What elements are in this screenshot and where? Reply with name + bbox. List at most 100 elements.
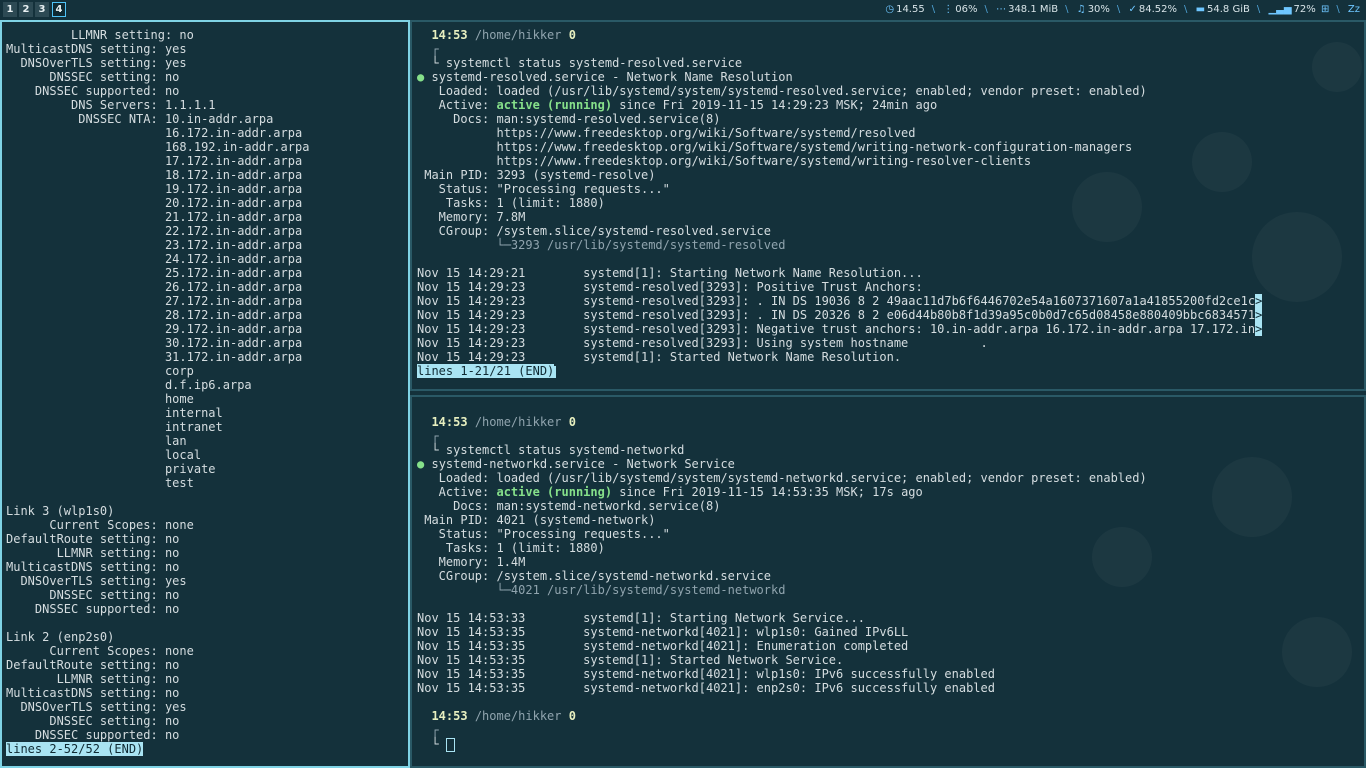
top-right-terminal-pane[interactable]: 14:53 /home/hikker 0 ┌ └ systemctl statu…	[410, 20, 1366, 391]
battery-value: 84.52%	[1138, 4, 1178, 15]
bottom-log-line: Nov 15 14:53:33 systemd[1]: Starting Net…	[417, 611, 865, 625]
left-output-line: 31.172.in-addr.arpa	[6, 350, 303, 364]
volume-icon: ♫	[1076, 4, 1086, 15]
bottom-detail-line: CGroup: /system.slice/systemd-networkd.s…	[417, 569, 772, 583]
bottom-loaded-line: Loaded: loaded (/usr/lib/systemd/system/…	[417, 471, 1147, 485]
left-output-line: Link 3 (wlp1s0)	[6, 504, 115, 518]
clock-value: 14.55	[896, 4, 925, 15]
left-output-line: Current Scopes: none	[6, 644, 194, 658]
running-dot-icon: ●	[417, 70, 425, 84]
text-cursor	[445, 737, 455, 752]
network-tree-icon: ⊞	[1320, 4, 1330, 15]
wifi-value: 72%	[1293, 4, 1316, 15]
top-log-line: Nov 15 14:29:23 systemd-resolved[3293]: …	[417, 280, 923, 294]
top-details: Docs: man:systemd-resolved.service(8) ht…	[417, 112, 1364, 238]
status-area: ◷ 14.55 \ ⋮ 06% \ ⋯ 348.1 MiB \ ♫ 30% \ ✓ 84.52% \…	[885, 4, 1360, 15]
left-pager-status: lines 2-52/52 (END)	[6, 742, 144, 756]
cpu-value: 06%	[955, 4, 978, 15]
running-dot-icon: ●	[417, 457, 425, 471]
left-output-line: corp	[6, 364, 194, 378]
truncation-marker: >	[1255, 322, 1263, 336]
workspace-2-button[interactable]: 2	[19, 2, 33, 17]
left-output-line: MulticastDNS setting: no	[6, 560, 180, 574]
disk-value: 54.8 GiB	[1207, 4, 1250, 15]
left-output-line: DNSOverTLS setting: yes	[6, 574, 187, 588]
top-detail-line: https://www.freedesktop.org/wiki/Softwar…	[417, 140, 1133, 154]
left-output-line: 21.172.in-addr.arpa	[6, 210, 303, 224]
left-output-line: 29.172.in-addr.arpa	[6, 322, 303, 336]
bottom-log-line: Nov 15 14:53:35 systemd[1]: Started Netw…	[417, 653, 844, 667]
command-input[interactable]: └	[417, 737, 1364, 752]
left-output-line: DefaultRoute setting: no	[6, 658, 180, 672]
top-detail-line: Status: "Processing requests..."	[417, 182, 670, 196]
left-output-line: 27.172.in-addr.arpa	[6, 294, 303, 308]
bottom-detail-line: Memory: 1.4M	[417, 555, 526, 569]
bottom-detail-line: Main PID: 4021 (systemd-network)	[417, 513, 656, 527]
left-output-line: DNSSEC supported: no	[6, 84, 180, 98]
left-output-line: internal	[6, 406, 223, 420]
left-output-line: 26.172.in-addr.arpa	[6, 280, 303, 294]
left-output-line: 28.172.in-addr.arpa	[6, 308, 303, 322]
resolvectl-output: LLMNR setting: no MulticastDNS setting: …	[6, 28, 408, 742]
left-output-line: Current Scopes: none	[6, 518, 194, 532]
left-output-line: DNSOverTLS setting: yes	[6, 700, 187, 714]
top-bar: 1 2 3 4 ◷ 14.55 \ ⋮ 06% \ ⋯ 348.1 MiB \ ♫ 30% \ …	[0, 0, 1366, 20]
left-output-line: DNS Servers: 1.1.1.1	[6, 98, 216, 112]
left-output-line: 23.172.in-addr.arpa	[6, 238, 303, 252]
left-output-line: local	[6, 448, 202, 462]
volume-value: 30%	[1087, 4, 1110, 15]
top-detail-line: Memory: 7.8M	[417, 210, 526, 224]
bottom-log-line: Nov 15 14:53:35 systemd-networkd[4021]: …	[417, 681, 995, 695]
left-output-line: 17.172.in-addr.arpa	[6, 154, 303, 168]
memory-icon: ⋯	[996, 4, 1007, 15]
bottom-log-line: Nov 15 14:53:35 systemd-networkd[4021]: …	[417, 639, 909, 653]
left-output-line: LLMNR setting: no	[6, 28, 194, 42]
top-loaded-line: Loaded: loaded (/usr/lib/systemd/system/…	[417, 84, 1147, 98]
left-output-line: LLMNR setting: no	[6, 546, 180, 560]
clock-icon: ◷	[885, 4, 895, 15]
bottom-command: └ systemctl status systemd-networkd	[417, 443, 685, 457]
top-log-line: Nov 15 14:29:21 systemd[1]: Starting Net…	[417, 266, 923, 280]
left-output-line: private	[6, 462, 216, 476]
left-output-line: 25.172.in-addr.arpa	[6, 266, 303, 280]
left-output-line: MulticastDNS setting: yes	[6, 42, 187, 56]
bottom-right-terminal-pane[interactable]: 14:53 /home/hikker 0 ┌ └ systemctl statu…	[410, 395, 1366, 768]
left-output-line: MulticastDNS setting: no	[6, 686, 180, 700]
left-output-line: DNSSEC supported: no	[6, 728, 180, 742]
workspace-3-button[interactable]: 3	[35, 2, 49, 17]
top-log-line: Nov 15 14:29:23 systemd[1]: Started Netw…	[417, 350, 902, 364]
left-output-line: 20.172.in-addr.arpa	[6, 196, 303, 210]
top-detail-line: https://www.freedesktop.org/wiki/Softwar…	[417, 154, 1032, 168]
left-output-line: DNSSEC setting: no	[6, 70, 180, 84]
left-output-line: 30.172.in-addr.arpa	[6, 336, 303, 350]
top-prompt: 14:53 /home/hikker 0	[431, 28, 576, 42]
top-log-line: Nov 15 14:29:23 systemd-resolved[3293]: …	[417, 308, 1256, 322]
left-output-line: Link 2 (enp2s0)	[6, 630, 115, 644]
left-output-line: 22.172.in-addr.arpa	[6, 224, 303, 238]
bottom-log-line: Nov 15 14:53:35 systemd-networkd[4021]: …	[417, 625, 909, 639]
bottom-prompt: 14:53 /home/hikker 0	[431, 415, 576, 429]
left-output-line: LLMNR setting: no	[6, 672, 180, 686]
bottom-detail-line: Status: "Processing requests..."	[417, 527, 670, 541]
cpu-icon: ⋮	[943, 4, 954, 15]
bottom-cgroup-tree: └─4021 /usr/lib/systemd/systemd-networkd	[417, 583, 786, 597]
left-terminal-pane[interactable]: LLMNR setting: no MulticastDNS setting: …	[0, 20, 410, 768]
left-output-line: home	[6, 392, 194, 406]
wifi-icon: ▁▃▅	[1268, 4, 1292, 15]
workspace-4-button[interactable]: 4	[52, 2, 66, 17]
top-pager-status: lines 1-21/21 (END)	[417, 364, 555, 378]
workspace-1-button[interactable]: 1	[3, 2, 17, 17]
disk-icon: ▬	[1195, 4, 1206, 15]
top-detail-line: Tasks: 1 (limit: 1880)	[417, 196, 605, 210]
left-output-line: intranet	[6, 420, 223, 434]
left-output-line: DNSSEC NTA: 10.in-addr.arpa	[6, 112, 274, 126]
bottom-active-line: Active: active (running) since Fri 2019-…	[417, 485, 923, 499]
left-output-line: DNSSEC setting: no	[6, 588, 180, 602]
bottom-log-line: Nov 15 14:53:35 systemd-networkd[4021]: …	[417, 667, 995, 681]
bottom-unit-line: ● systemd-networkd.service - Network Ser…	[417, 457, 735, 471]
top-journal-logs: Nov 15 14:29:21 systemd[1]: Starting Net…	[417, 266, 1364, 364]
battery-icon: ✓	[1128, 4, 1137, 15]
top-log-line: Nov 15 14:29:23 systemd-resolved[3293]: …	[417, 294, 1256, 308]
left-output-line: test	[6, 476, 194, 490]
left-output-line: DNSSEC supported: no	[6, 602, 180, 616]
